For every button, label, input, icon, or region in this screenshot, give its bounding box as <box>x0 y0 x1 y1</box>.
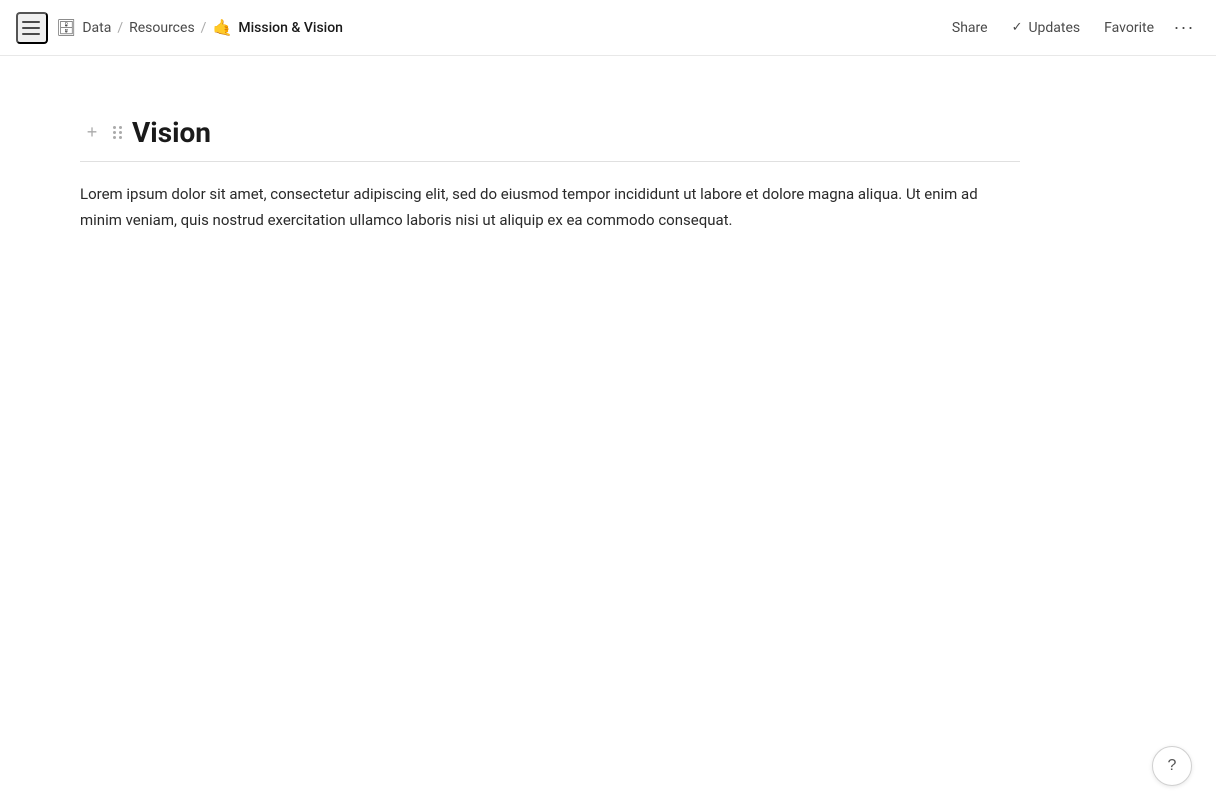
breadcrumb-sep2: / <box>201 20 207 36</box>
menu-toggle-button[interactable] <box>16 12 48 44</box>
section-body: Lorem ipsum dolor sit amet, consectetur … <box>80 182 1020 233</box>
header-right: Share ✓ Updates Favorite ··· <box>942 12 1200 44</box>
favorite-button[interactable]: Favorite <box>1094 14 1164 42</box>
header-left: 🗄 Data / Resources / 🤙 Mission & Vision <box>16 12 343 44</box>
breadcrumb-root[interactable]: Data <box>82 20 111 36</box>
updates-label: Updates <box>1028 20 1080 36</box>
updates-button[interactable]: ✓ Updates <box>1002 14 1091 42</box>
header: 🗄 Data / Resources / 🤙 Mission & Vision … <box>0 0 1216 56</box>
section-divider <box>80 161 1020 162</box>
section-title: Vision <box>132 116 211 149</box>
help-button[interactable]: ? <box>1152 746 1192 786</box>
data-icon: 🗄 <box>56 18 76 37</box>
help-icon: ? <box>1168 757 1177 775</box>
breadcrumb-sep1: / <box>117 20 123 36</box>
favorite-label: Favorite <box>1104 20 1154 36</box>
add-block-button[interactable]: + <box>80 121 104 145</box>
drag-dots-icon <box>113 126 123 139</box>
mission-icon: 🤙 <box>212 18 232 37</box>
main-content: + Vision Lorem ipsum dolor sit amet, con… <box>0 56 1100 293</box>
body-text: Lorem ipsum dolor sit amet, consectetur … <box>80 182 980 233</box>
breadcrumb-current: Mission & Vision <box>238 20 343 36</box>
more-options-button[interactable]: ··· <box>1168 12 1200 44</box>
drag-handle[interactable] <box>110 121 126 145</box>
share-label: Share <box>952 20 988 36</box>
section-header: + Vision <box>80 116 1020 149</box>
more-icon: ··· <box>1174 17 1195 38</box>
breadcrumb-resources[interactable]: Resources <box>129 20 195 36</box>
share-button[interactable]: Share <box>942 14 998 42</box>
checkmark-icon: ✓ <box>1012 20 1023 35</box>
breadcrumb: 🗄 Data / Resources / 🤙 Mission & Vision <box>56 18 343 37</box>
